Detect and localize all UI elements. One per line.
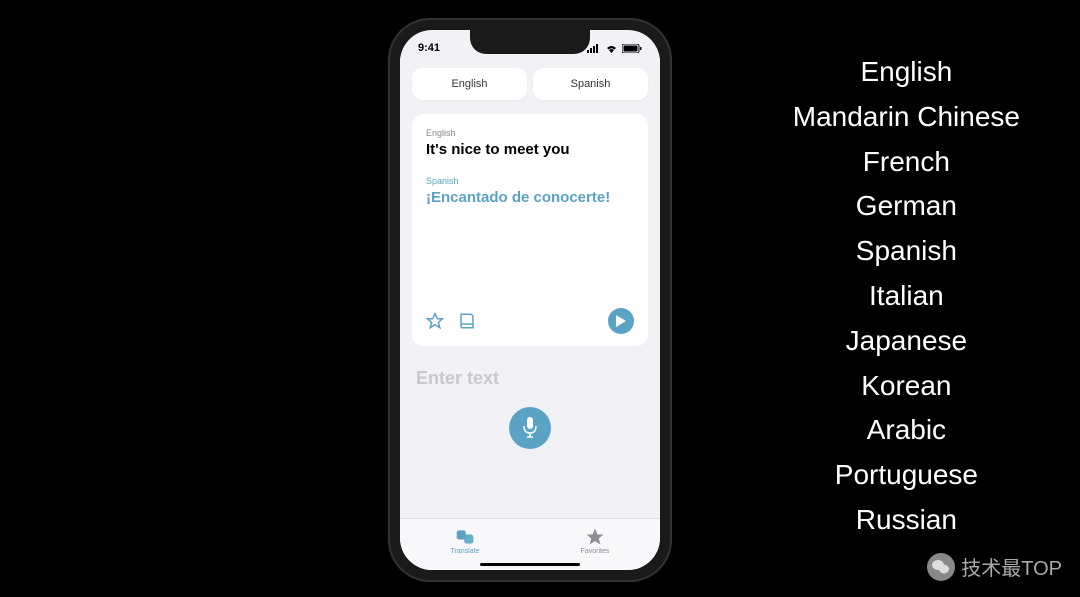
supported-languages-list: English Mandarin Chinese French German S… — [793, 50, 1020, 543]
language-selector: English Spanish — [400, 58, 660, 110]
tab-translate-label: Translate — [451, 548, 480, 555]
language-item: Japanese — [793, 319, 1020, 364]
target-text: ¡Encantado de conocerte! — [426, 188, 634, 208]
language-item: Korean — [793, 364, 1020, 409]
language-item: Arabic — [793, 408, 1020, 453]
watermark-text: 技术最TOP — [961, 552, 1062, 581]
language-item: German — [793, 184, 1020, 229]
source-language-label: English — [426, 128, 634, 138]
language-item: Spanish — [793, 229, 1020, 274]
tab-favorites-label: Favorites — [581, 548, 610, 555]
status-icons — [587, 44, 642, 53]
phone-screen: 9:41 English Spanish English It's nice t… — [400, 30, 660, 570]
battery-icon — [622, 44, 642, 53]
tab-translate[interactable]: Translate — [400, 519, 530, 562]
source-language-tab[interactable]: English — [412, 68, 527, 100]
favorites-star-icon — [584, 527, 606, 547]
language-item: Portuguese — [793, 453, 1020, 498]
home-indicator[interactable] — [480, 563, 580, 566]
language-item: French — [793, 140, 1020, 185]
card-actions — [426, 308, 634, 334]
tab-bar: Translate Favorites — [400, 518, 660, 570]
source-section: English It's nice to meet you — [426, 128, 634, 160]
microphone-icon — [522, 417, 538, 439]
status-time: 9:41 — [418, 42, 440, 54]
microphone-button[interactable] — [509, 407, 551, 449]
target-language-tab[interactable]: Spanish — [533, 68, 648, 100]
favorite-star-icon[interactable] — [426, 312, 444, 330]
play-audio-button[interactable] — [608, 308, 634, 334]
watermark: 技术最TOP — [927, 552, 1062, 581]
input-placeholder: Enter text — [416, 368, 644, 389]
language-item: English — [793, 50, 1020, 95]
language-item: Russian — [793, 498, 1020, 543]
notch — [470, 30, 590, 54]
language-item: Mandarin Chinese — [793, 95, 1020, 140]
target-language-label: Spanish — [426, 176, 634, 186]
tab-favorites[interactable]: Favorites — [530, 519, 660, 562]
language-item: Italian — [793, 274, 1020, 319]
translate-icon — [454, 527, 476, 547]
text-input-section[interactable]: Enter text — [400, 350, 660, 399]
dictionary-book-icon[interactable] — [458, 312, 476, 330]
target-section: Spanish ¡Encantado de conocerte! — [426, 176, 634, 208]
action-left-group — [426, 312, 476, 330]
play-icon — [616, 315, 626, 327]
translation-card: English It's nice to meet you Spanish ¡E… — [412, 114, 648, 346]
source-text: It's nice to meet you — [426, 140, 634, 160]
signal-icon — [587, 44, 601, 53]
wifi-icon — [605, 44, 618, 53]
phone-frame: 9:41 English Spanish English It's nice t… — [390, 20, 670, 580]
mic-container — [400, 399, 660, 453]
wechat-icon — [927, 553, 955, 581]
